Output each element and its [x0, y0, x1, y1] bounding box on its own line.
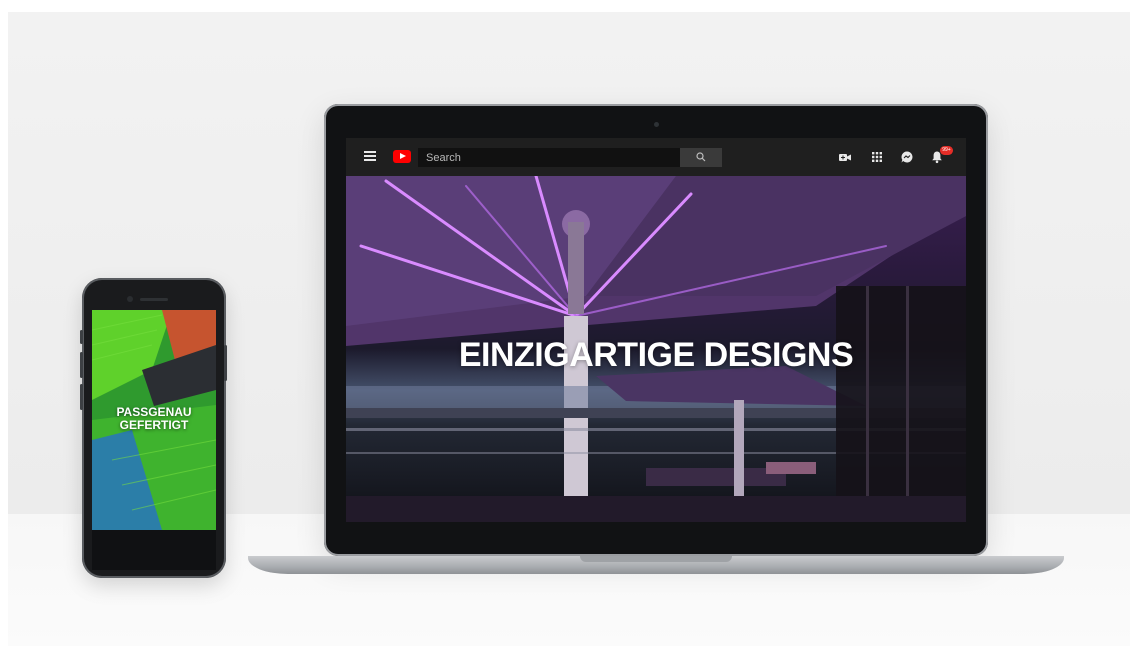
phone-front-camera — [127, 296, 133, 302]
hamburger-menu-icon[interactable] — [364, 151, 376, 161]
phone-mute-switch — [80, 330, 83, 344]
phone-volume-down — [80, 384, 83, 410]
laptop-notch — [580, 556, 732, 562]
notification-badge: 99+ — [940, 146, 953, 155]
youtube-top-bar: 99+ — [346, 138, 966, 177]
video-player[interactable]: EINZIGARTIGE DESIGNS — [346, 176, 966, 522]
video-camera-plus-icon[interactable] — [838, 150, 852, 164]
phone-bottom-bezel — [92, 530, 216, 570]
magnifier-icon — [696, 152, 706, 162]
search-input[interactable] — [418, 148, 680, 167]
laptop-screen: 99+ — [346, 138, 966, 522]
youtube-logo-icon[interactable] — [393, 150, 411, 163]
phone-speaker — [140, 298, 168, 301]
phone-overlay-text: PASSGENAU GEFERTIGT — [92, 406, 216, 432]
chat-bubble-icon[interactable] — [900, 150, 914, 164]
apps-grid-icon[interactable] — [870, 150, 884, 164]
phone-volume-up — [80, 352, 83, 378]
video-title-overlay: EINZIGARTIGE DESIGNS — [458, 336, 854, 374]
phone-power-button — [224, 345, 227, 381]
webcam — [654, 122, 659, 127]
search-button[interactable] — [680, 148, 722, 167]
phone-screen: PASSGENAU GEFERTIGT — [92, 310, 216, 530]
phone-overlay-line2: GEFERTIGT — [119, 418, 189, 432]
